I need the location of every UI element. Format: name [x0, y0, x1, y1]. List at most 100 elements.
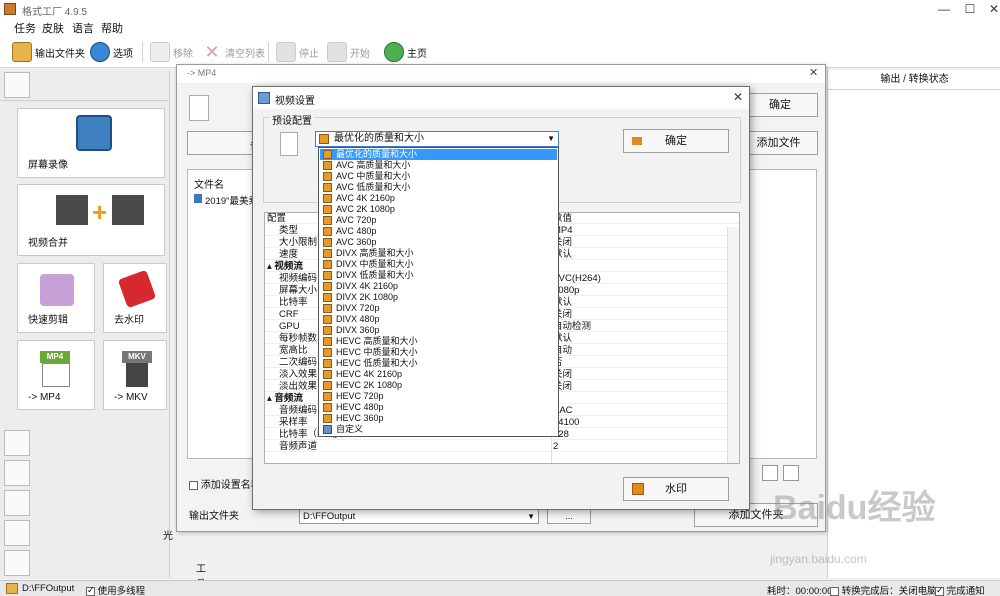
dropdown-item[interactable]: AVC 2K 1080p: [320, 204, 557, 215]
preset-item-icon: [323, 403, 332, 412]
menu-skin[interactable]: 皮肤: [42, 20, 64, 36]
dropdown-item[interactable]: DIVX 2K 1080p: [320, 292, 557, 303]
audio-category-icon[interactable]: [4, 430, 30, 456]
dropdown-item[interactable]: AVC 360p: [320, 237, 557, 248]
grid-row-value: 2: [553, 441, 559, 452]
output-folder-button[interactable]: 输出文件夹: [12, 40, 85, 64]
screen-record-tile[interactable]: 屏幕录像: [17, 108, 165, 178]
options-button[interactable]: 选项: [90, 40, 133, 64]
dropdown-item-label: DIVX 中质量和大小: [336, 259, 414, 269]
start-button[interactable]: 开始: [327, 40, 370, 64]
stop-button[interactable]: 停止: [276, 40, 319, 64]
clear-list-button[interactable]: ✕ 清空列表: [202, 40, 265, 64]
video-file-icon: [194, 194, 202, 203]
dropdown-item-label: HEVC 高质量和大小: [336, 336, 418, 346]
info-icon[interactable]: [783, 465, 799, 481]
preset-item-icon: [323, 337, 332, 346]
browse-button[interactable]: ...: [547, 509, 591, 524]
dropdown-item[interactable]: HEVC 低质量和大小: [320, 358, 557, 369]
mp4-ok-button[interactable]: 确定: [742, 93, 818, 117]
dropdown-item[interactable]: DIVX 480p: [320, 314, 557, 325]
dropdown-item[interactable]: 最优化的质量和大小: [320, 149, 557, 160]
dropdown-item[interactable]: DIVX 720p: [320, 303, 557, 314]
preset-item-icon: [323, 172, 332, 181]
grid-row-key: 宽高比: [279, 345, 308, 356]
to-mp4-tile[interactable]: MP4 -> MP4: [17, 340, 95, 410]
preset-dropdown-list[interactable]: 最优化的质量和大小 AVC 高质量和大小 AVC 中质量和大小 AVC 低质量和大小 A…: [318, 147, 559, 437]
output-folder-label: 输出文件夹: [189, 511, 239, 522]
file-name-header: 文件名: [194, 180, 224, 191]
watermark-button[interactable]: 水印: [623, 477, 729, 501]
menu-bar: 任务 皮肤 语言 帮助: [0, 18, 1000, 36]
grid-row-key: 淡入效果: [279, 369, 318, 380]
dropdown-item[interactable]: AVC 480p: [320, 226, 557, 237]
dropdown-item[interactable]: HEVC 2K 1080p: [320, 380, 557, 391]
multithread-checkbox[interactable]: 使用多线程: [86, 583, 145, 596]
picture-category-icon[interactable]: [4, 460, 30, 486]
divider: [142, 42, 143, 62]
preset-label: 预设配置: [270, 112, 314, 127]
output-folder-select[interactable]: D:\FFOutput ▼: [299, 509, 539, 524]
clear-icon: ✕: [204, 42, 220, 62]
minimize-icon[interactable]: —: [930, 0, 958, 18]
left-panel: 屏幕录像 + 视频合并 快速剪辑 去水印 MP4 -> MP4 MKV -> M…: [0, 70, 206, 596]
dropdown-item[interactable]: DIVX 高质量和大小: [320, 248, 557, 259]
mp4-window-titlebar: -> MP4 ✕: [177, 65, 825, 83]
home-button[interactable]: 主页: [384, 40, 427, 64]
add-file-button[interactable]: 添加文件: [739, 131, 818, 155]
dropdown-item[interactable]: HEVC 4K 2160p: [320, 369, 557, 380]
dropdown-item-label: HEVC 低质量和大小: [336, 358, 418, 368]
file-row[interactable]: 2019"最美乘: [192, 192, 258, 207]
dropdown-item[interactable]: DIVX 低质量和大小: [320, 270, 557, 281]
dropdown-item[interactable]: HEVC 高质量和大小: [320, 336, 557, 347]
remove-button[interactable]: 移除: [150, 40, 193, 64]
preset-item-icon: [323, 183, 332, 192]
dropdown-item[interactable]: AVC 低质量和大小: [320, 182, 557, 193]
folder-icon: [12, 42, 32, 62]
grid-row-key: CRF: [279, 309, 299, 320]
title-bar: 格式工厂 4.9.5 — ☐ ✕: [0, 0, 1000, 18]
video-category-icon[interactable]: [4, 72, 30, 98]
reel-icon: [42, 363, 70, 387]
camera-icon: [76, 115, 112, 151]
dropdown-item[interactable]: HEVC 480p: [320, 402, 557, 413]
quick-edit-tile[interactable]: 快速剪辑: [17, 263, 95, 333]
dropdown-item[interactable]: DIVX 中质量和大小: [320, 259, 557, 270]
document-category-icon[interactable]: [4, 490, 30, 516]
preset-combo[interactable]: 最优化的质量和大小 ▼: [315, 131, 559, 147]
preset-item-icon: [323, 425, 332, 434]
close-icon[interactable]: ✕: [980, 0, 1000, 18]
folder-icon[interactable]: [6, 583, 18, 594]
grid-scrollbar[interactable]: [727, 227, 739, 463]
dropdown-item[interactable]: HEVC 360p: [320, 413, 557, 424]
preset-item-icon: [323, 315, 332, 324]
after-done-checkbox[interactable]: 转换完成后：关闭电脑: [830, 583, 937, 596]
dropdown-item[interactable]: DIVX 4K 2160p: [320, 281, 557, 292]
play-icon[interactable]: [762, 465, 778, 481]
menu-task[interactable]: 任务: [14, 20, 36, 36]
output-setting-button[interactable]: 备: [187, 131, 261, 155]
dropdown-item[interactable]: AVC 4K 2160p: [320, 193, 557, 204]
dropdown-item[interactable]: AVC 中质量和大小: [320, 171, 557, 182]
chevron-down-icon: ▼: [547, 134, 555, 143]
dropdown-item[interactable]: HEVC 中质量和大小: [320, 347, 557, 358]
menu-help[interactable]: 帮助: [101, 20, 123, 36]
to-mkv-tile[interactable]: MKV -> MKV: [103, 340, 167, 410]
menu-language[interactable]: 语言: [72, 20, 94, 36]
dropdown-item[interactable]: DIVX 360p: [320, 325, 557, 336]
dropdown-item[interactable]: AVC 高质量和大小: [320, 160, 557, 171]
toolbox-category-icon[interactable]: [4, 550, 30, 576]
grid-row[interactable]: 音频声道 2: [265, 441, 739, 452]
mp4-close-icon[interactable]: ✕: [809, 66, 818, 79]
dialog-ok-button[interactable]: 确定: [623, 129, 729, 153]
add-setting-name-checkbox[interactable]: 添加设置名称: [189, 476, 261, 491]
dropdown-item[interactable]: AVC 720p: [320, 215, 557, 226]
preset-item-icon: [323, 227, 332, 236]
dialog-close-icon[interactable]: ✕: [733, 90, 743, 104]
disc-category-icon[interactable]: [4, 520, 30, 546]
dropdown-item[interactable]: 自定义: [320, 424, 557, 435]
dropdown-item[interactable]: HEVC 720p: [320, 391, 557, 402]
notify-checkbox[interactable]: 完成通知: [935, 583, 985, 596]
video-merge-tile[interactable]: + 视频合并: [17, 184, 165, 256]
remove-watermark-tile[interactable]: 去水印: [103, 263, 167, 333]
